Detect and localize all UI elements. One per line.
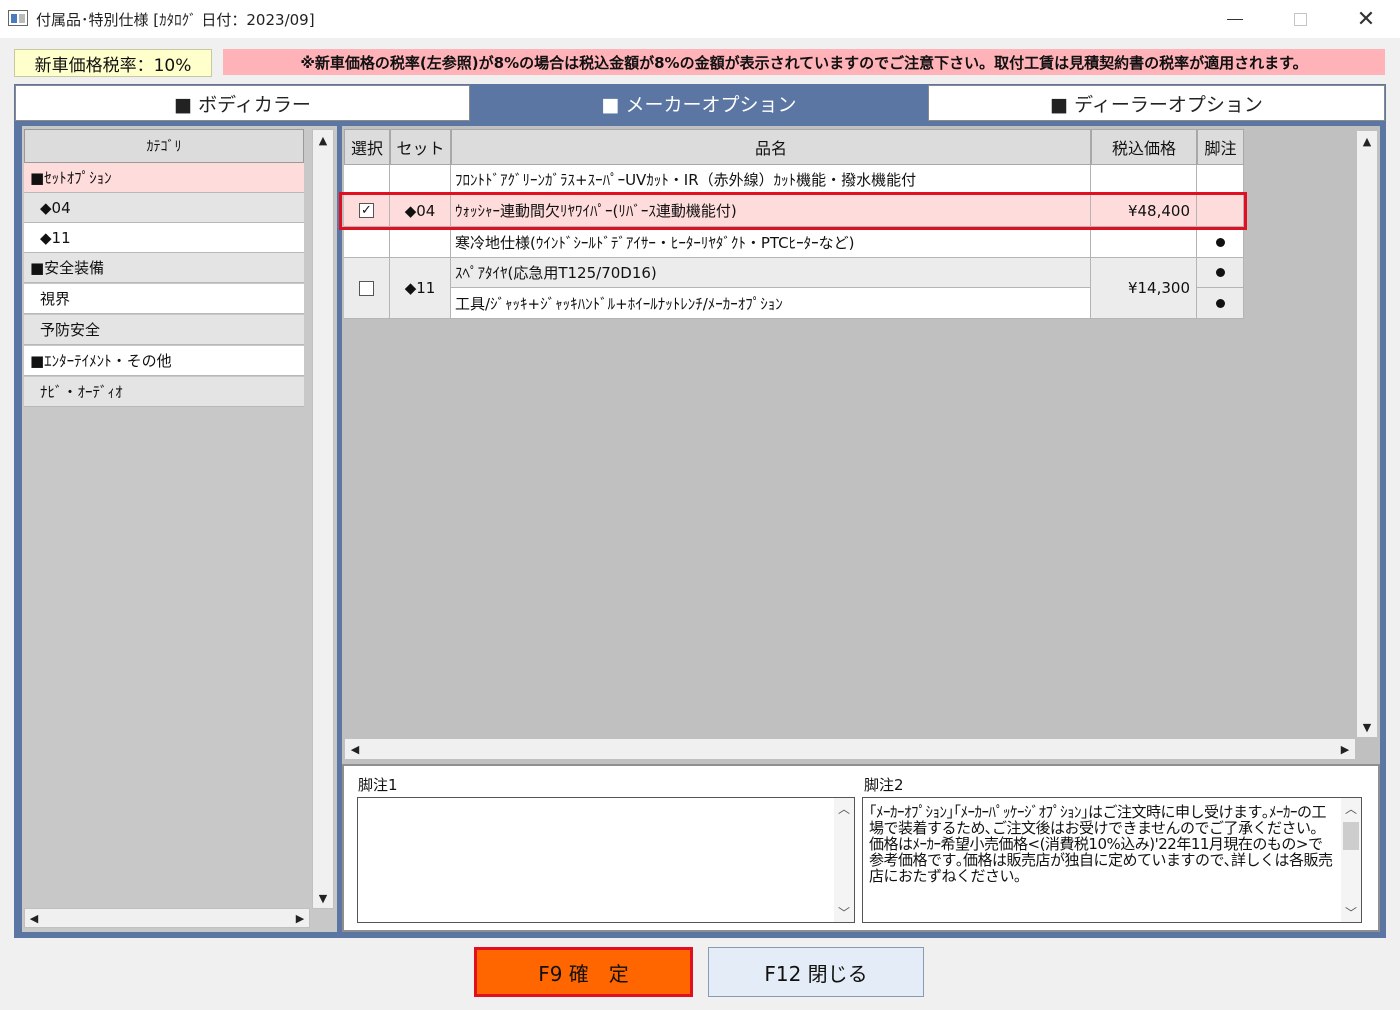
- scroll-up-icon[interactable]: ▲: [313, 130, 333, 150]
- row4-price: ¥14,300: [1091, 258, 1197, 319]
- row1-select-cell: [344, 165, 390, 195]
- row5-note-cell: [1197, 288, 1244, 319]
- category-panel: ｶﾃｺﾞﾘ ■ｾｯﾄｵﾌﾟｼｮﾝ ◆04 ◆11 ■安全装備 視界 予防安全 ■…: [22, 126, 337, 932]
- col-header-set: セット: [390, 129, 451, 165]
- app-icon: [8, 10, 28, 26]
- category-item-04[interactable]: ◆04: [24, 193, 304, 223]
- col-header-name: 品名: [451, 129, 1091, 165]
- scroll-up-icon[interactable]: ︿: [1341, 798, 1361, 818]
- footnote-dot-icon: [1215, 237, 1225, 247]
- footnote-panel: 脚注1 脚注2 ︿ ﹀ ｢ﾒｰｶｰｵﾌﾟｼｮﾝ｣｢ﾒｰｶｰﾊﾟｯｹｰｼﾞｵﾌﾟｼ…: [342, 764, 1380, 932]
- category-item-preventive-safety[interactable]: 予防安全: [24, 315, 304, 345]
- tab-body-color[interactable]: ■ ボディカラー: [15, 85, 470, 121]
- scroll-down-icon[interactable]: ﹀: [834, 902, 854, 922]
- col-header-note: 脚注: [1197, 129, 1244, 165]
- row3-set-cell: [390, 227, 451, 258]
- footnote-dot-icon: [1215, 298, 1225, 308]
- selection-highlight-box: [339, 192, 1247, 230]
- scroll-right-icon[interactable]: ▶: [291, 909, 309, 927]
- row5-name[interactable]: 工具/ｼﾞｬｯｷ+ｼﾞｬｯｷﾊﾝﾄﾞﾙ+ﾎｲｰﾙﾅｯﾄﾚﾝﾁ/ﾒｰｶｰｵﾌﾟｼｮ…: [451, 288, 1091, 319]
- category-item-set-option[interactable]: ■ｾｯﾄｵﾌﾟｼｮﾝ: [24, 163, 304, 193]
- row3-note-cell: [1197, 227, 1244, 258]
- row3-price-cell: [1091, 227, 1197, 258]
- scroll-down-icon[interactable]: ▼: [1357, 717, 1377, 737]
- row4-select-cell[interactable]: [344, 258, 390, 319]
- options-panel: 選択 セット 品名 税込価格 脚注 ﾌﾛﾝﾄﾄﾞｱｸﾞﾘｰﾝｶﾞﾗｽ+ｽｰﾊﾟｰ…: [339, 126, 1380, 764]
- maximize-icon: [1293, 12, 1307, 26]
- category-horizontal-scrollbar[interactable]: ◀ ▶: [24, 908, 310, 928]
- category-item-visibility[interactable]: 視界: [24, 284, 304, 314]
- tax-rate-label: 新車価格税率：10%: [14, 49, 212, 77]
- row4-note-cell: [1197, 258, 1244, 288]
- footnote2-scrollbar[interactable]: ︿ ﹀: [1341, 798, 1361, 922]
- row4-set: ◆11: [390, 258, 451, 319]
- row4-name[interactable]: ｽﾍﾟｱﾀｲﾔ(応急用T125/70D16): [451, 258, 1091, 288]
- tab-dealer-option[interactable]: ■ ディーラーオプション: [928, 85, 1385, 121]
- grid-horizontal-scrollbar[interactable]: ◀ ▶: [344, 738, 1356, 760]
- category-item-navi-audio[interactable]: ﾅﾋﾞ・ｵｰﾃﾞｨｵ: [24, 377, 304, 407]
- scroll-up-icon[interactable]: ︿: [834, 798, 854, 818]
- category-vertical-scrollbar[interactable]: ▲ ▼: [312, 129, 334, 909]
- close-button[interactable]: F12 閉じる: [708, 947, 924, 997]
- window-title: 付属品･特別仕様 [ｶﾀﾛｸﾞ 日付：2023/09]: [36, 11, 315, 29]
- row1-name[interactable]: ﾌﾛﾝﾄﾄﾞｱｸﾞﾘｰﾝｶﾞﾗｽ+ｽｰﾊﾟｰUVｶｯﾄ・IR（赤外線）ｶｯﾄ機能…: [451, 165, 1091, 195]
- category-header: ｶﾃｺﾞﾘ: [24, 129, 304, 163]
- footnote1-textbox[interactable]: ︿ ﹀: [357, 797, 855, 923]
- tax-notice: ※新車価格の税率(左参照)が8%の場合は税込金額が8%の金額が表示されていますの…: [223, 49, 1385, 75]
- minimize-icon: [1227, 18, 1243, 20]
- tab-bar: ■ ボディカラー ■ メーカーオプション ■ ディーラーオプション: [14, 84, 1386, 122]
- footnote2-label: 脚注2: [864, 776, 904, 794]
- scroll-thumb[interactable]: [1343, 822, 1359, 850]
- category-item-11[interactable]: ◆11: [24, 223, 304, 253]
- footnote2-text: ｢ﾒｰｶｰｵﾌﾟｼｮﾝ｣｢ﾒｰｶｰﾊﾟｯｹｰｼﾞｵﾌﾟｼｮﾝ｣はご注文時に申し受…: [869, 803, 1333, 885]
- footnote2-textbox[interactable]: ｢ﾒｰｶｰｵﾌﾟｼｮﾝ｣｢ﾒｰｶｰﾊﾟｯｹｰｼﾞｵﾌﾟｼｮﾝ｣はご注文時に申し受…: [862, 797, 1362, 923]
- close-window-button[interactable]: ✕: [1334, 0, 1398, 38]
- title-bar: 付属品･特別仕様 [ｶﾀﾛｸﾞ 日付：2023/09] ✕: [0, 0, 1400, 38]
- scroll-left-icon[interactable]: ◀: [345, 739, 365, 759]
- tab-maker-option[interactable]: ■ メーカーオプション: [472, 85, 926, 121]
- maximize-button[interactable]: [1268, 0, 1332, 38]
- footnote1-label: 脚注1: [358, 776, 398, 794]
- scroll-down-icon[interactable]: ﹀: [1341, 902, 1361, 922]
- scroll-up-icon[interactable]: ▲: [1357, 131, 1377, 151]
- col-header-price: 税込価格: [1091, 129, 1197, 165]
- category-item-entertainment[interactable]: ■ｴﾝﾀｰﾃｲﾒﾝﾄ・その他: [24, 346, 304, 376]
- scroll-left-icon[interactable]: ◀: [25, 909, 43, 927]
- footnote-dot-icon: [1215, 268, 1225, 277]
- row1-note-cell: [1197, 165, 1244, 195]
- row1-price-cell: [1091, 165, 1197, 195]
- minimize-button[interactable]: [1203, 0, 1267, 38]
- row3-select-cell: [344, 227, 390, 258]
- row3-name[interactable]: 寒冷地仕様(ｳｲﾝﾄﾞｼｰﾙﾄﾞﾃﾞｱｲｻｰ・ﾋｰﾀｰﾘﾔﾀﾞｸﾄ・PTCﾋｰﾀ…: [451, 227, 1091, 258]
- confirm-button[interactable]: F9 確 定: [474, 947, 693, 997]
- grid-vertical-scrollbar[interactable]: ▲ ▼: [1356, 130, 1378, 738]
- scroll-right-icon[interactable]: ▶: [1335, 739, 1355, 759]
- col-header-select: 選択: [344, 129, 390, 165]
- scroll-down-icon[interactable]: ▼: [313, 888, 333, 908]
- category-item-safety[interactable]: ■安全装備: [24, 253, 304, 283]
- row1-set-cell: [390, 165, 451, 195]
- row4-checkbox[interactable]: [359, 280, 374, 296]
- footnote1-scrollbar[interactable]: ︿ ﹀: [834, 798, 854, 922]
